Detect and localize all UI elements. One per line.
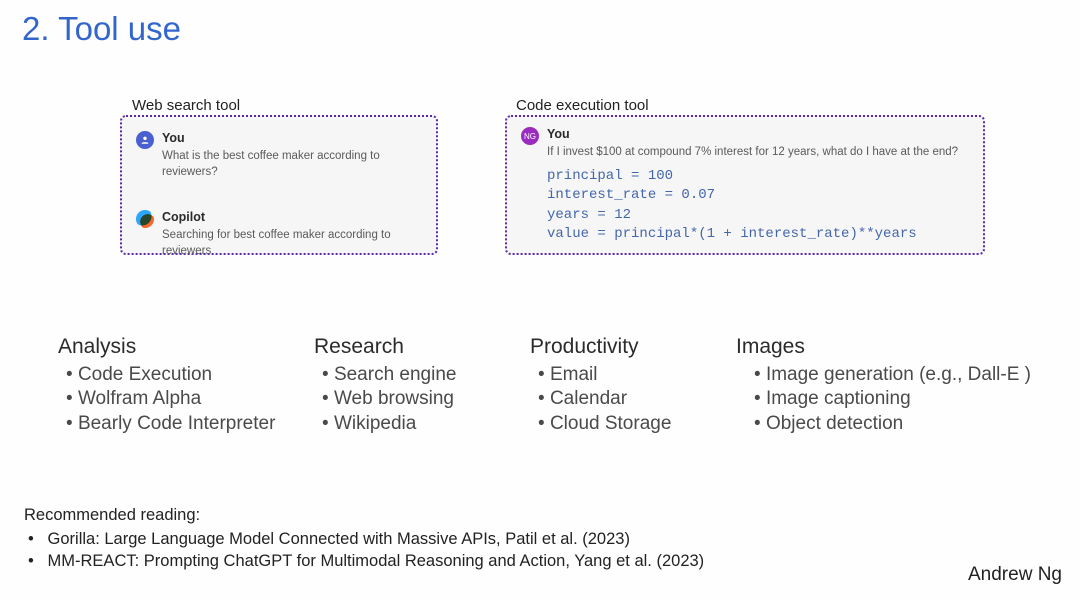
user-label-right: You <box>547 127 969 141</box>
list-item: MM-REACT: Prompting ChatGPT for Multimod… <box>28 551 924 573</box>
footer-list: Gorilla: Large Language Model Connected … <box>24 529 924 573</box>
copilot-icon <box>136 210 154 228</box>
list-item: Wikipedia <box>322 412 530 436</box>
web-search-panel: You What is the best coffee maker accord… <box>120 115 438 255</box>
category-list: Search engine Web browsing Wikipedia <box>314 363 530 436</box>
list-item: Image generation (e.g., Dall-E ) <box>754 363 1046 387</box>
categories-row: Analysis Code Execution Wolfram Alpha Be… <box>58 335 1058 436</box>
list-item: Object detection <box>754 412 1046 436</box>
category-title: Analysis <box>58 335 314 359</box>
category-list: Email Calendar Cloud Storage <box>530 363 746 436</box>
list-item: Web browsing <box>322 387 530 411</box>
list-item: Email <box>538 363 746 387</box>
agent-text: Searching for best coffee maker accordin… <box>162 228 422 259</box>
list-item: Search engine <box>322 363 530 387</box>
category-title: Productivity <box>530 335 746 359</box>
list-item: Wolfram Alpha <box>66 387 314 411</box>
footer-heading: Recommended reading: <box>24 505 924 527</box>
category-title: Research <box>314 335 530 359</box>
list-item: Calendar <box>538 387 746 411</box>
user-avatar-icon <box>136 131 154 149</box>
list-item: Gorilla: Large Language Model Connected … <box>28 529 924 551</box>
user-message: You What is the best coffee maker accord… <box>136 131 422 180</box>
slide-title: 2. Tool use <box>22 10 181 48</box>
category-images: Images Image generation (e.g., Dall-E ) … <box>746 335 1046 436</box>
category-productivity: Productivity Email Calendar Cloud Storag… <box>530 335 746 436</box>
agent-message: Copilot Searching for best coffee maker … <box>136 210 422 259</box>
panel-left-label: Web search tool <box>132 97 240 114</box>
category-list: Image generation (e.g., Dall-E ) Image c… <box>746 363 1046 436</box>
code-block: principal = 100 interest_rate = 0.07 yea… <box>547 167 969 245</box>
category-title: Images <box>736 335 1046 359</box>
list-item: Code Execution <box>66 363 314 387</box>
category-analysis: Analysis Code Execution Wolfram Alpha Be… <box>58 335 314 436</box>
panel-right-label: Code execution tool <box>516 97 649 114</box>
category-list: Code Execution Wolfram Alpha Bearly Code… <box>58 363 314 436</box>
user-message-right: NG You If I invest $100 at compound 7% i… <box>521 127 969 161</box>
list-item: Cloud Storage <box>538 412 746 436</box>
user-label: You <box>162 131 422 145</box>
author-name: Andrew Ng <box>968 564 1062 586</box>
list-item: Image captioning <box>754 387 1046 411</box>
agent-label: Copilot <box>162 210 422 224</box>
list-item: Bearly Code Interpreter <box>66 412 314 436</box>
code-exec-panel: NG You If I invest $100 at compound 7% i… <box>505 115 985 255</box>
user-avatar-ng-icon: NG <box>521 127 539 145</box>
user-text: What is the best coffee maker according … <box>162 149 422 180</box>
recommended-reading: Recommended reading: Gorilla: Large Lang… <box>24 505 924 572</box>
user-text-right: If I invest $100 at compound 7% interest… <box>547 145 969 161</box>
category-research: Research Search engine Web browsing Wiki… <box>314 335 530 436</box>
